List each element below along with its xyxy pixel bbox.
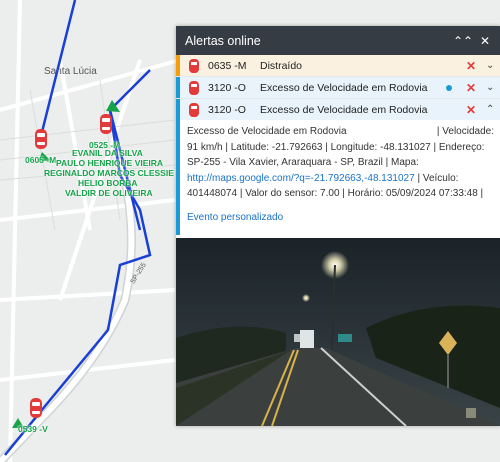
alert-color-bar (176, 55, 180, 76)
custom-event-link[interactable]: Evento personalizado (187, 210, 494, 226)
dashcam-image[interactable] (176, 238, 500, 426)
dismiss-icon[interactable]: ✕ (466, 103, 476, 117)
vehicle-label-0605: 0605 -M (25, 155, 57, 165)
vehicle-icon (189, 58, 199, 73)
driver-name: REGINALDO MARCOS CLESSIE (44, 168, 174, 178)
detail-line: SP-255 - Vila Xavier, Araraquara - SP, B… (187, 157, 419, 168)
detail-line: 401448074 | Valor do sensor: 7.00 | Horá… (187, 188, 484, 199)
alert-row[interactable]: 3120 -O Excesso de Velocidade em Rodovia… (176, 77, 500, 99)
vehicle-marker-0539[interactable] (29, 397, 43, 419)
alert-row[interactable]: 3120 -O Excesso de Velocidade em Rodovia… (176, 99, 500, 120)
chevron-down-icon[interactable]: ⌄ (486, 82, 494, 93)
map-link[interactable]: http://maps.google.com/?q=-21.792663,-48… (187, 173, 415, 184)
driver-name: HELIO BORBA (78, 178, 138, 188)
collapse-icon[interactable]: ⌃⌃ (452, 34, 474, 48)
alert-color-bar (176, 77, 180, 98)
chevron-up-icon[interactable]: ⌃ (486, 104, 494, 115)
alerts-panel-header: Alertas online ⌃⌃ ✕ (176, 26, 500, 55)
driver-name: PAULO HENRIQUE VIEIRA (56, 158, 164, 168)
detail-speed-label: | Velocidade: (436, 126, 494, 137)
place-label: Santa Lúcia (44, 66, 97, 77)
driver-name: EVANIL DA SILVA (72, 148, 143, 158)
alert-vehicle-code: 0635 -M (208, 59, 247, 72)
vehicle-marker-0605[interactable] (34, 128, 48, 150)
detail-line: 91 km/h | Latitude: -21.792663 | Longitu… (187, 141, 485, 153)
alert-description: Distraído (260, 59, 303, 72)
alert-detail: Excesso de Velocidade em Rodovia | Veloc… (176, 120, 500, 235)
detail-title: Excesso de Velocidade em Rodovia (187, 126, 347, 137)
alert-row[interactable]: 0635 -M Distraído ✕ ⌄ (176, 55, 500, 77)
alert-description: Excesso de Velocidade em Rodovia (260, 81, 428, 94)
dismiss-icon[interactable]: ✕ (466, 59, 476, 73)
vehicle-icon (189, 80, 199, 95)
close-icon[interactable]: ✕ (474, 34, 496, 48)
alert-description: Excesso de Velocidade em Rodovia (260, 103, 428, 116)
alert-color-bar (176, 99, 180, 120)
panel-title: Alertas online (185, 33, 261, 48)
alert-vehicle-code: 3120 -O (208, 81, 246, 94)
driver-name: VALDIR DE OLIVEIRA (65, 188, 153, 198)
vehicle-label-0539: 0539 -V (18, 424, 48, 434)
unread-indicator (445, 84, 452, 91)
vehicle-icon (189, 102, 199, 117)
detail-line: | Veículo: (414, 172, 459, 184)
dismiss-icon[interactable]: ✕ (466, 81, 476, 95)
chevron-down-icon[interactable]: ⌄ (486, 60, 494, 71)
alert-vehicle-code: 3120 -O (208, 103, 246, 116)
vehicle-marker-0525[interactable] (99, 113, 113, 135)
